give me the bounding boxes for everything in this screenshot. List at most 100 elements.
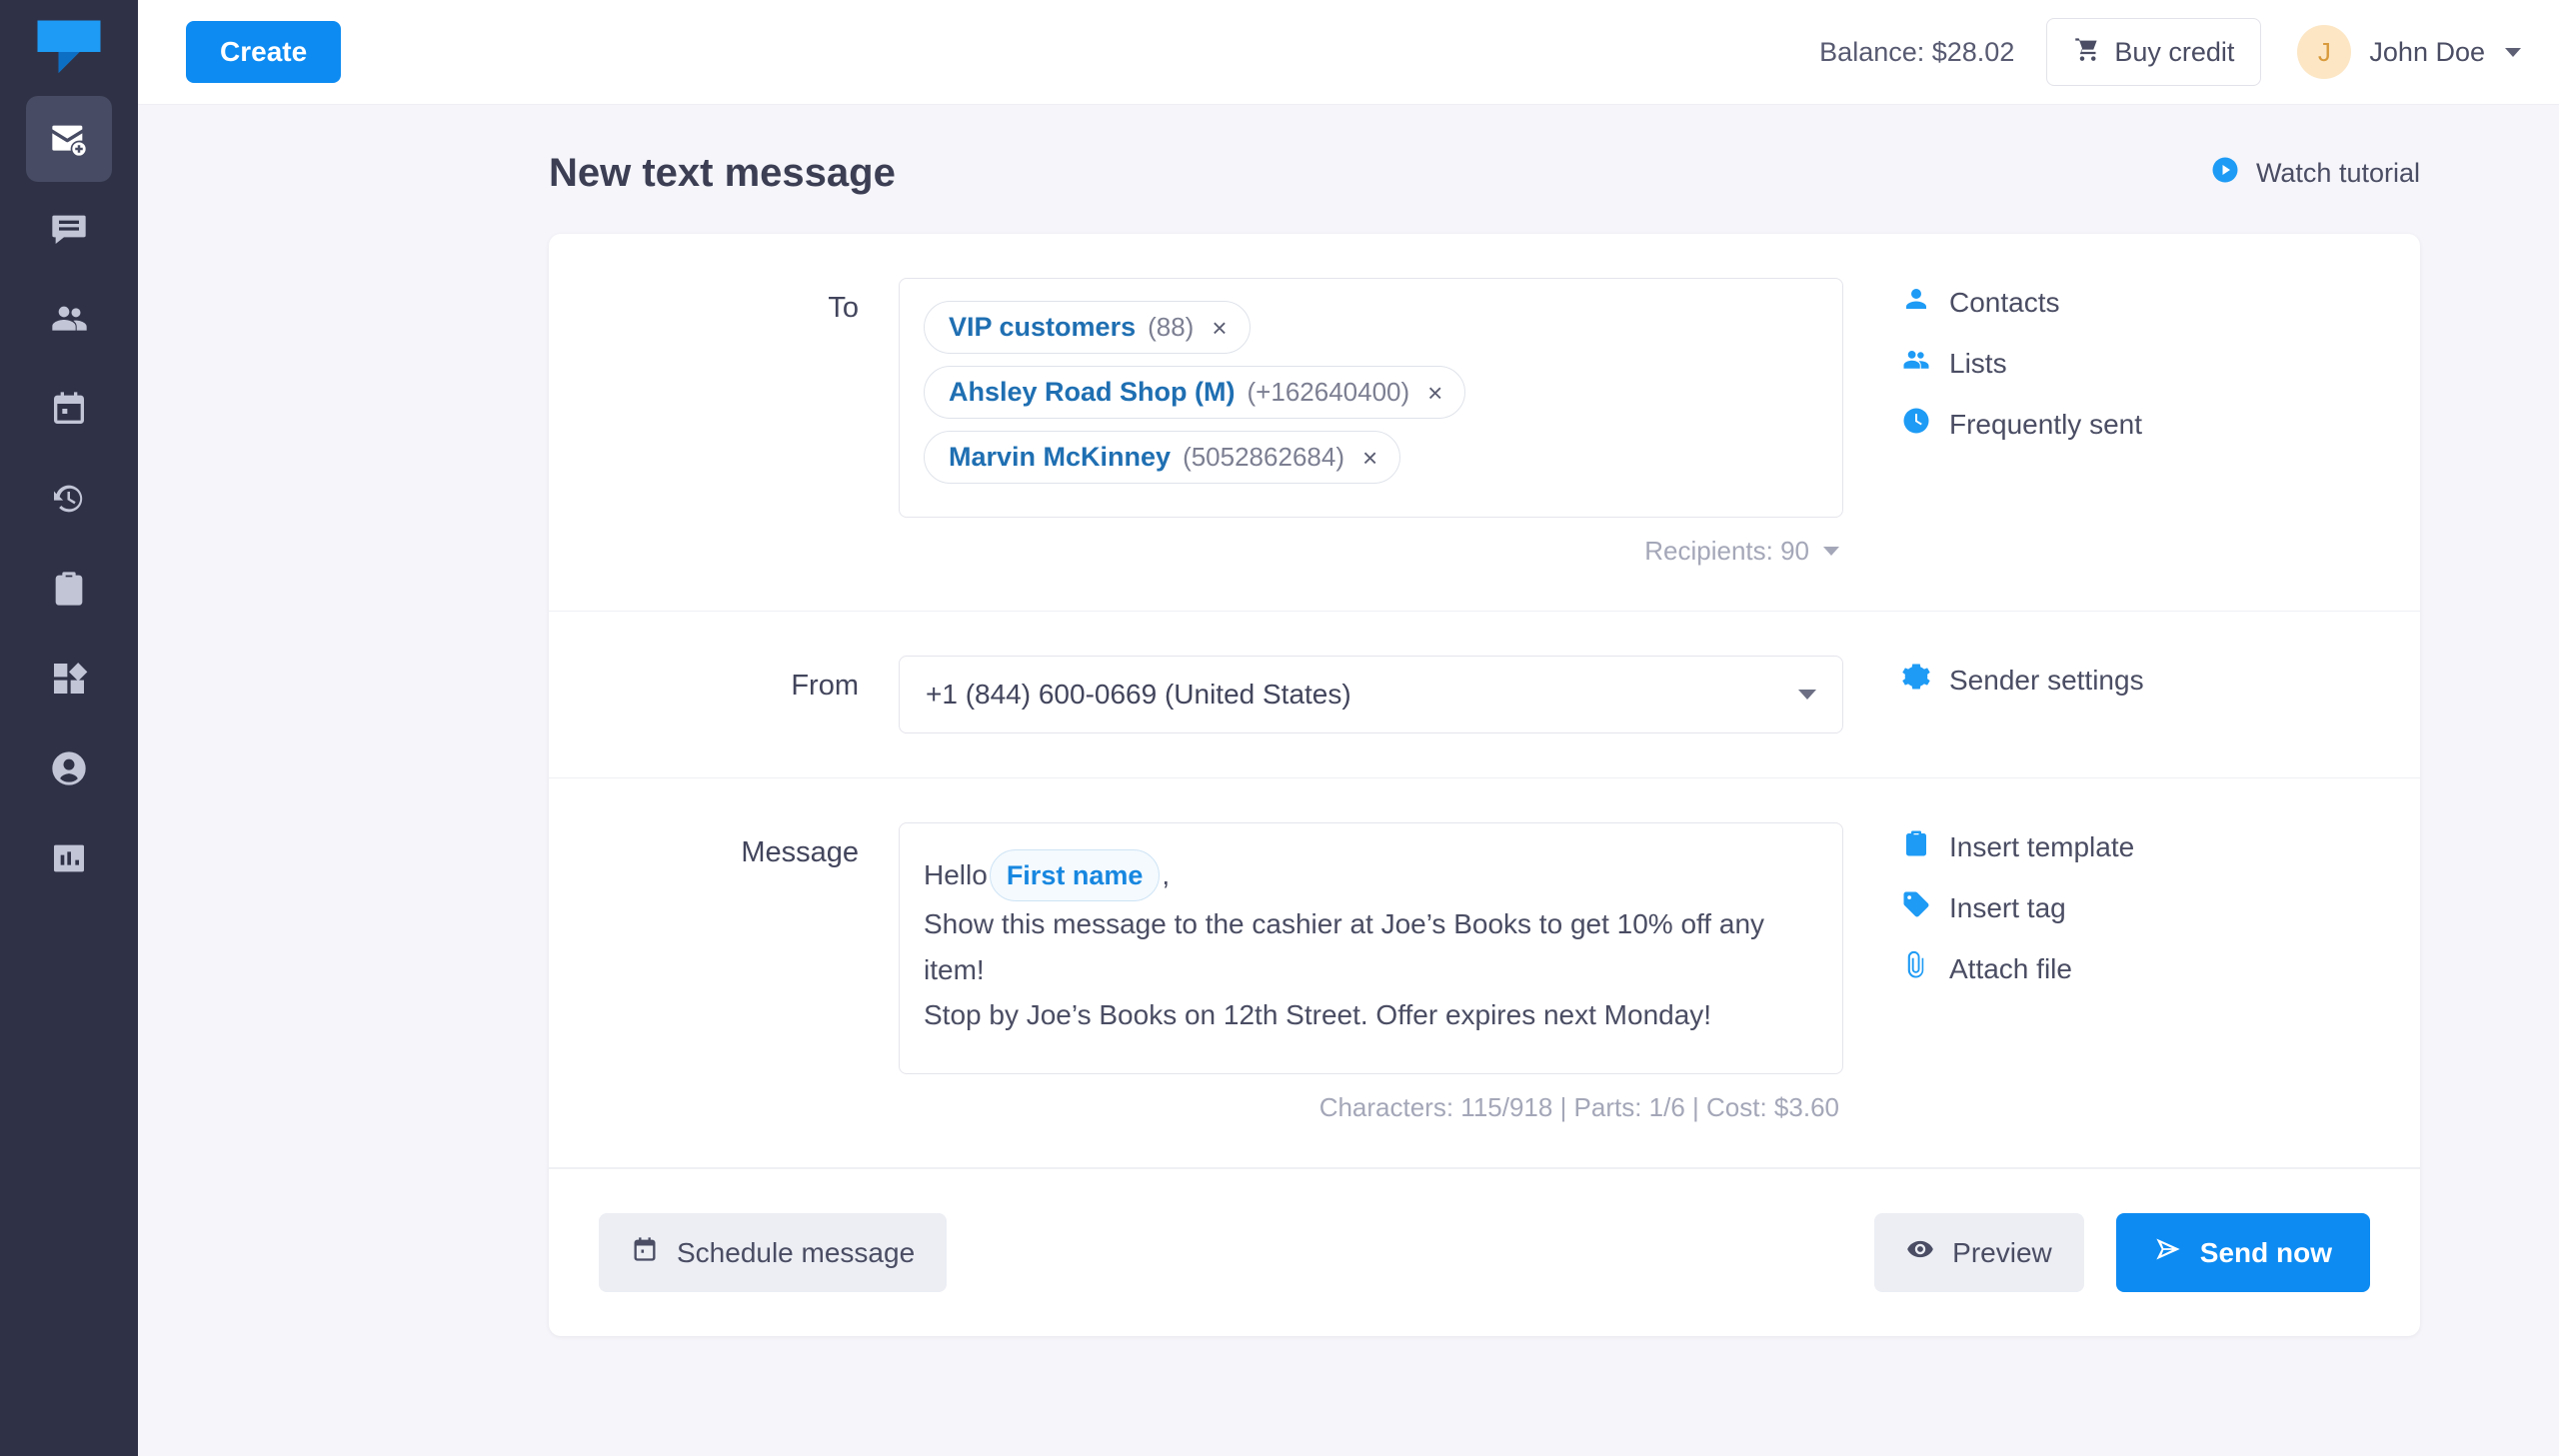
from-field: +1 (844) 600-0669 (United States) xyxy=(899,656,1843,733)
contacts-action[interactable]: Contacts xyxy=(1901,284,2370,321)
create-button[interactable]: Create xyxy=(186,21,342,83)
recipient-chip[interactable]: Marvin McKinney (5052862684) × xyxy=(924,431,1401,484)
send-icon xyxy=(2154,1235,2182,1270)
clipboard-icon xyxy=(1901,828,1931,865)
user-menu[interactable]: J John Doe xyxy=(2297,25,2521,79)
recipient-chip[interactable]: VIP customers (88) × xyxy=(924,301,1251,354)
compose-card: To VIP customers (88) × Ahsley Road Shop… xyxy=(549,234,2420,1336)
avatar: J xyxy=(2297,25,2352,79)
page-title: New text message xyxy=(549,151,896,195)
preview-label: Preview xyxy=(1952,1236,2052,1268)
recipient-name: Marvin McKinney xyxy=(949,442,1172,472)
recipient-name: Ahsley Road Shop (M) xyxy=(949,377,1236,407)
sidebar-item-new-message[interactable] xyxy=(26,96,112,182)
chevron-down-icon xyxy=(2505,47,2521,57)
recipients-count: Recipients: 90 xyxy=(1644,536,1809,566)
sidebar-item-templates[interactable] xyxy=(26,546,112,632)
remove-recipient-icon[interactable]: × xyxy=(1360,445,1379,471)
recipients-summary: Recipients: 90 xyxy=(899,536,1843,567)
primary-nav-rail xyxy=(0,0,138,1456)
people-icon xyxy=(1901,345,1931,382)
chat-logo-icon[interactable] xyxy=(34,16,104,78)
sidebar-item-conversations[interactable] xyxy=(26,186,112,272)
recipient-meta: (5052862684) xyxy=(1183,442,1344,472)
message-line-1: Hello First name, xyxy=(924,849,1816,901)
remove-recipient-icon[interactable]: × xyxy=(1210,315,1229,341)
calendar-icon xyxy=(631,1235,659,1270)
watch-tutorial-link[interactable]: Watch tutorial xyxy=(2210,155,2420,192)
attach-file-action[interactable]: Attach file xyxy=(1901,950,2370,987)
chevron-down-icon xyxy=(1798,690,1816,700)
frequently-sent-action[interactable]: Frequently sent xyxy=(1901,406,2370,443)
sidebar-item-history[interactable] xyxy=(26,456,112,542)
message-greeting: Hello xyxy=(924,859,988,890)
schedule-message-label: Schedule message xyxy=(677,1236,916,1268)
from-label: From xyxy=(791,670,859,702)
send-now-label: Send now xyxy=(2199,1236,2332,1268)
page-header: New text message Watch tutorial xyxy=(549,151,2420,196)
to-aside: Contacts Lists Frequently sent xyxy=(1843,278,2370,567)
sidebar-item-account[interactable] xyxy=(26,726,112,811)
top-bar: Create Balance: $28.02 Buy credit J John… xyxy=(138,0,2559,105)
content-area: New text message Watch tutorial To VIP c… xyxy=(138,105,2559,1456)
watch-tutorial-label: Watch tutorial xyxy=(2255,158,2420,188)
remove-recipient-icon[interactable]: × xyxy=(1425,380,1444,406)
from-number-value: +1 (844) 600-0669 (United States) xyxy=(926,679,1351,710)
merge-tag-chip[interactable]: First name xyxy=(989,849,1161,901)
from-row: From +1 (844) 600-0669 (United States) S… xyxy=(549,612,2420,778)
message-row: Message Hello First name, Show this messa… xyxy=(549,778,2420,1168)
message-field: Hello First name, Show this message to th… xyxy=(899,822,1843,1123)
card-footer: Schedule message Preview Send now xyxy=(549,1168,2420,1336)
sender-settings-action[interactable]: Sender settings xyxy=(1901,662,2370,699)
recipients-input[interactable]: VIP customers (88) × Ahsley Road Shop (M… xyxy=(899,278,1843,518)
recipient-chip[interactable]: Ahsley Road Shop (M) (+162640400) × xyxy=(924,366,1466,419)
from-aside: Sender settings xyxy=(1843,656,2370,733)
person-icon xyxy=(1901,284,1931,321)
play-circle-icon xyxy=(2210,155,2240,192)
message-greeting-suffix: , xyxy=(1162,859,1171,890)
insert-tag-action[interactable]: Insert tag xyxy=(1901,889,2370,926)
to-field: VIP customers (88) × Ahsley Road Shop (M… xyxy=(899,278,1843,567)
contacts-label: Contacts xyxy=(1949,286,2060,318)
sidebar-item-reports[interactable] xyxy=(26,815,112,901)
message-counter-row: Characters: 115/918 | Parts: 1/6 | Cost:… xyxy=(899,1092,1843,1123)
message-counter: Characters: 115/918 | Parts: 1/6 | Cost:… xyxy=(1318,1092,1839,1122)
preview-button[interactable]: Preview xyxy=(1874,1213,2084,1292)
recipient-meta: (88) xyxy=(1148,312,1195,342)
buy-credit-label: Buy credit xyxy=(2114,36,2235,67)
paperclip-icon xyxy=(1901,950,1931,987)
clock-icon xyxy=(1901,406,1931,443)
message-aside: Insert template Insert tag Attach file xyxy=(1843,822,2370,1123)
to-row: To VIP customers (88) × Ahsley Road Shop… xyxy=(549,234,2420,612)
recipients-chevron-down-icon[interactable] xyxy=(1823,547,1839,556)
sidebar-item-contacts[interactable] xyxy=(26,276,112,362)
message-line-3: Stop by Joe’s Books on 12th Street. Offe… xyxy=(924,999,1712,1031)
eye-icon xyxy=(1906,1235,1934,1270)
frequently-sent-label: Frequently sent xyxy=(1949,408,2142,440)
gear-icon xyxy=(1901,662,1931,699)
sidebar-item-apps[interactable] xyxy=(26,636,112,722)
insert-tag-label: Insert tag xyxy=(1949,891,2066,923)
cart-icon xyxy=(2073,35,2100,69)
to-label: To xyxy=(828,292,859,324)
attach-file-label: Attach file xyxy=(1949,952,2072,984)
message-line-2: Show this message to the cashier at Joe’… xyxy=(924,908,1765,985)
insert-template-label: Insert template xyxy=(1949,830,2135,862)
user-name: John Doe xyxy=(2369,36,2485,67)
message-label: Message xyxy=(741,836,859,868)
recipient-meta: (+162640400) xyxy=(1247,377,1410,407)
sidebar-item-calendar[interactable] xyxy=(26,366,112,452)
sender-settings-label: Sender settings xyxy=(1949,664,2144,696)
message-input[interactable]: Hello First name, Show this message to th… xyxy=(899,822,1843,1074)
insert-template-action[interactable]: Insert template xyxy=(1901,828,2370,865)
from-number-select[interactable]: +1 (844) 600-0669 (United States) xyxy=(899,656,1843,733)
recipient-name: VIP customers xyxy=(949,312,1137,342)
lists-action[interactable]: Lists xyxy=(1901,345,2370,382)
main-region: Create Balance: $28.02 Buy credit J John… xyxy=(138,0,2559,1456)
app-root: Create Balance: $28.02 Buy credit J John… xyxy=(0,0,2559,1456)
send-now-button[interactable]: Send now xyxy=(2115,1213,2370,1292)
lists-label: Lists xyxy=(1949,347,2007,379)
buy-credit-button[interactable]: Buy credit xyxy=(2046,18,2262,86)
balance-label: Balance: $28.02 xyxy=(1819,36,2015,67)
schedule-message-button[interactable]: Schedule message xyxy=(599,1213,948,1292)
